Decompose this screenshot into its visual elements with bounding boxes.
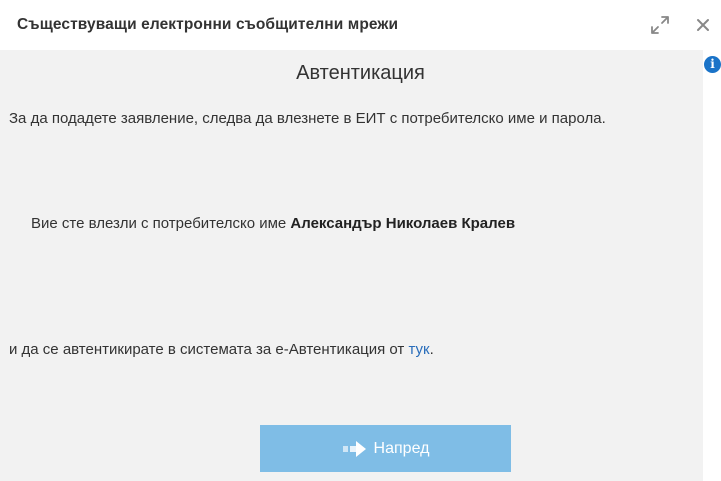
auth-intro-text: За да подадете заявление, следва да влез…: [9, 110, 606, 127]
user-name: Александър Николаев Кралев: [290, 215, 516, 232]
auth-suffix: .: [429, 341, 434, 358]
maximize-icon[interactable]: [648, 13, 672, 37]
next-button[interactable]: Напред: [260, 425, 511, 472]
dialog-header: Съществуващи електронни съобщителни мреж…: [0, 0, 721, 50]
auth-link[interactable]: тук: [408, 341, 429, 358]
close-icon[interactable]: [692, 13, 716, 37]
dialog-title: Съществуващи електронни съобщителни мреж…: [17, 16, 399, 33]
next-button-label: Напред: [373, 439, 430, 457]
arrow-right-icon: [342, 440, 368, 458]
logged-in-prefix: Вие сте влезли с потребителско име: [31, 215, 291, 232]
auth-dialog: Съществуващи електронни съобщителни мреж…: [0, 0, 721, 481]
auth-instruction: и да се автентикирате в системата за е-А…: [9, 338, 699, 362]
auth-heading: Автентикация: [296, 62, 425, 84]
auth-text: и да се автентикирате в системата за е-А…: [9, 341, 409, 358]
logged-in-text: Вие сте влезли с потребителско име Алекс…: [31, 207, 691, 241]
